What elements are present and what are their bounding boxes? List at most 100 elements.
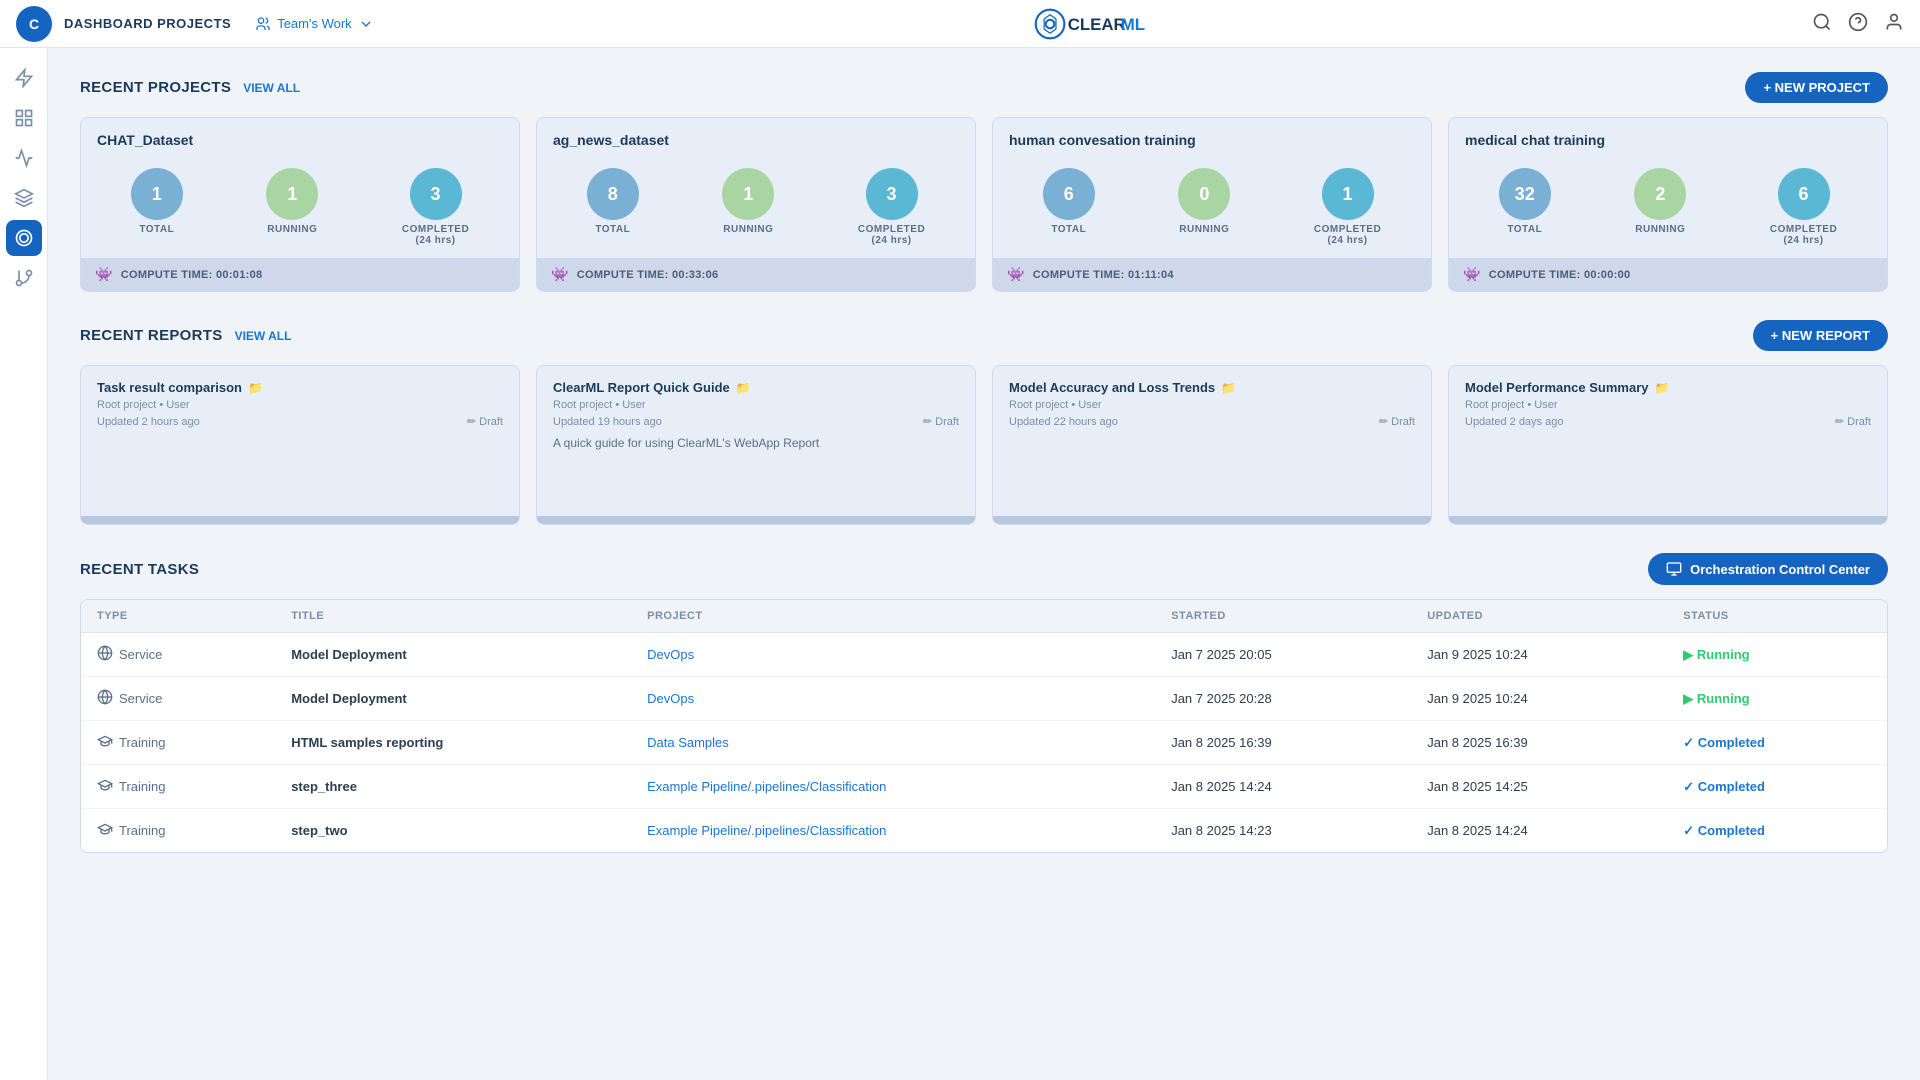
task-updated: Jan 9 2025 10:24 [1411,633,1667,677]
task-project: DevOps [631,633,1155,677]
type-icon [97,689,113,708]
completed-circle: 3 [866,168,918,220]
table-header-cell: STATUS [1667,600,1887,633]
brand-center: CLEAR ML [374,8,1812,40]
new-project-button[interactable]: + NEW PROJECT [1745,72,1888,103]
status-completed: ✓ Completed [1683,823,1871,839]
task-started: Jan 7 2025 20:05 [1155,633,1411,677]
tasks-title: RECENT TASKS [80,561,199,578]
folder-icon: 📁 [1221,381,1236,395]
stat-running: 1 RUNNING [266,168,318,246]
report-card-body: Task result comparison 📁 Root project • … [81,366,519,516]
task-started: Jan 7 2025 20:28 [1155,677,1411,721]
tasks-tbody: Service Model Deployment DevOps Jan 7 20… [81,633,1887,853]
status-completed: ✓ Completed [1683,735,1871,751]
report-card[interactable]: Task result comparison 📁 Root project • … [80,365,520,525]
table-row[interactable]: Service Model Deployment DevOps Jan 7 20… [81,677,1887,721]
user-icon[interactable] [1884,12,1904,35]
team-switcher[interactable]: Team's Work [255,16,373,32]
sidebar-item-projects[interactable] [6,100,42,136]
table-row[interactable]: Training step_two Example Pipeline/.pipe… [81,809,1887,853]
topnav: C DASHBOARD PROJECTS Team's Work CLEAR M… [0,0,1920,48]
project-name: medical chat training [1465,132,1871,148]
type-label: Service [119,647,162,662]
report-footer [993,516,1431,524]
report-meta: Root project • User [553,399,959,411]
task-status: ✓ Completed [1667,721,1887,765]
folder-icon: 📁 [1655,381,1670,395]
reports-view-all[interactable]: VIEW ALL [235,329,292,343]
sidebar-item-datasets[interactable] [6,180,42,216]
task-type: Service [81,677,275,721]
type-label: Service [119,691,162,706]
table-header-cell: UPDATED [1411,600,1667,633]
table-row[interactable]: Service Model Deployment DevOps Jan 7 20… [81,633,1887,677]
new-report-button[interactable]: + NEW REPORT [1753,320,1888,351]
running-label: RUNNING [723,224,773,235]
type-icon [97,733,113,752]
sidebar-item-pipelines[interactable] [6,260,42,296]
report-desc: A quick guide for using ClearML's WebApp… [553,436,959,450]
clearml-brand: CLEAR ML [1033,8,1153,40]
report-title: Model Performance Summary 📁 [1465,380,1871,395]
report-card[interactable]: Model Accuracy and Loss Trends 📁 Root pr… [992,365,1432,525]
ghost-icon: 👾 [1007,266,1025,283]
tasks-section: RECENT TASKS Orchestration Control Cente… [80,553,1888,853]
status-completed: ✓ Completed [1683,779,1871,795]
updated-text: Updated 2 days ago [1465,416,1563,428]
sidebar-item-experiments[interactable] [6,60,42,96]
main-content: RECENT PROJECTS VIEW ALL + NEW PROJECT C… [48,48,1920,1080]
sidebar-item-applications[interactable] [6,220,42,256]
project-card[interactable]: medical chat training 32 TOTAL 2 RUNNING… [1448,117,1888,292]
project-stats: 8 TOTAL 1 RUNNING 3 COMPLETED(24 hrs) [537,156,975,258]
table-row[interactable]: Training step_three Example Pipeline/.pi… [81,765,1887,809]
svg-text:C: C [29,16,39,32]
task-status: ✓ Completed [1667,765,1887,809]
status-running: ▶ Running [1683,691,1871,707]
task-project: Example Pipeline/.pipelines/Classificati… [631,809,1155,853]
table-row[interactable]: Training HTML samples reporting Data Sam… [81,721,1887,765]
updated-text: Updated 19 hours ago [553,416,662,428]
reports-title: RECENT REPORTS [80,327,223,344]
report-card[interactable]: Model Performance Summary 📁 Root project… [1448,365,1888,525]
compute-time: COMPUTE TIME: 00:00:00 [1489,269,1631,281]
stat-running: 1 RUNNING [722,168,774,246]
report-card[interactable]: ClearML Report Quick Guide 📁 Root projec… [536,365,976,525]
task-started: Jan 8 2025 16:39 [1155,721,1411,765]
projects-view-all[interactable]: VIEW ALL [243,81,300,95]
report-updated: Updated 19 hours ago ✏ Draft [553,415,959,428]
ghost-icon: 👾 [551,266,569,283]
task-status: ▶ Running [1667,677,1887,721]
report-title: Task result comparison 📁 [97,380,503,395]
type-icon [97,645,113,664]
total-circle: 32 [1499,168,1551,220]
project-card-header: medical chat training [1449,118,1887,156]
table-header-cell: TITLE [275,600,631,633]
orchestration-button[interactable]: Orchestration Control Center [1648,553,1888,585]
running-circle: 0 [1178,168,1230,220]
report-updated: Updated 2 days ago ✏ Draft [1465,415,1871,428]
project-card[interactable]: human convesation training 6 TOTAL 0 RUN… [992,117,1432,292]
project-stats: 32 TOTAL 2 RUNNING 6 COMPLETED(24 hrs) [1449,156,1887,258]
table-header-row: TYPETITLEPROJECTSTARTEDUPDATEDSTATUS [81,600,1887,633]
total-label: TOTAL [1507,224,1542,235]
project-card[interactable]: ag_news_dataset 8 TOTAL 1 RUNNING 3 COMP… [536,117,976,292]
sidebar [0,48,48,1080]
stat-running: 2 RUNNING [1634,168,1686,246]
project-card[interactable]: CHAT_Dataset 1 TOTAL 1 RUNNING 3 COMPLET… [80,117,520,292]
total-circle: 8 [587,168,639,220]
task-title: step_two [275,809,631,853]
search-icon[interactable] [1812,12,1832,35]
project-footer: 👾 COMPUTE TIME: 00:33:06 [537,258,975,291]
task-updated: Jan 8 2025 14:24 [1411,809,1667,853]
running-circle: 1 [266,168,318,220]
report-card-body: Model Performance Summary 📁 Root project… [1449,366,1887,516]
stat-running: 0 RUNNING [1178,168,1230,246]
completed-circle: 1 [1322,168,1374,220]
completed-label: COMPLETED(24 hrs) [1770,224,1837,246]
total-label: TOTAL [595,224,630,235]
draft-badge: ✏ Draft [1379,415,1415,428]
status-running: ▶ Running [1683,647,1871,663]
sidebar-item-models[interactable] [6,140,42,176]
help-icon[interactable] [1848,12,1868,35]
